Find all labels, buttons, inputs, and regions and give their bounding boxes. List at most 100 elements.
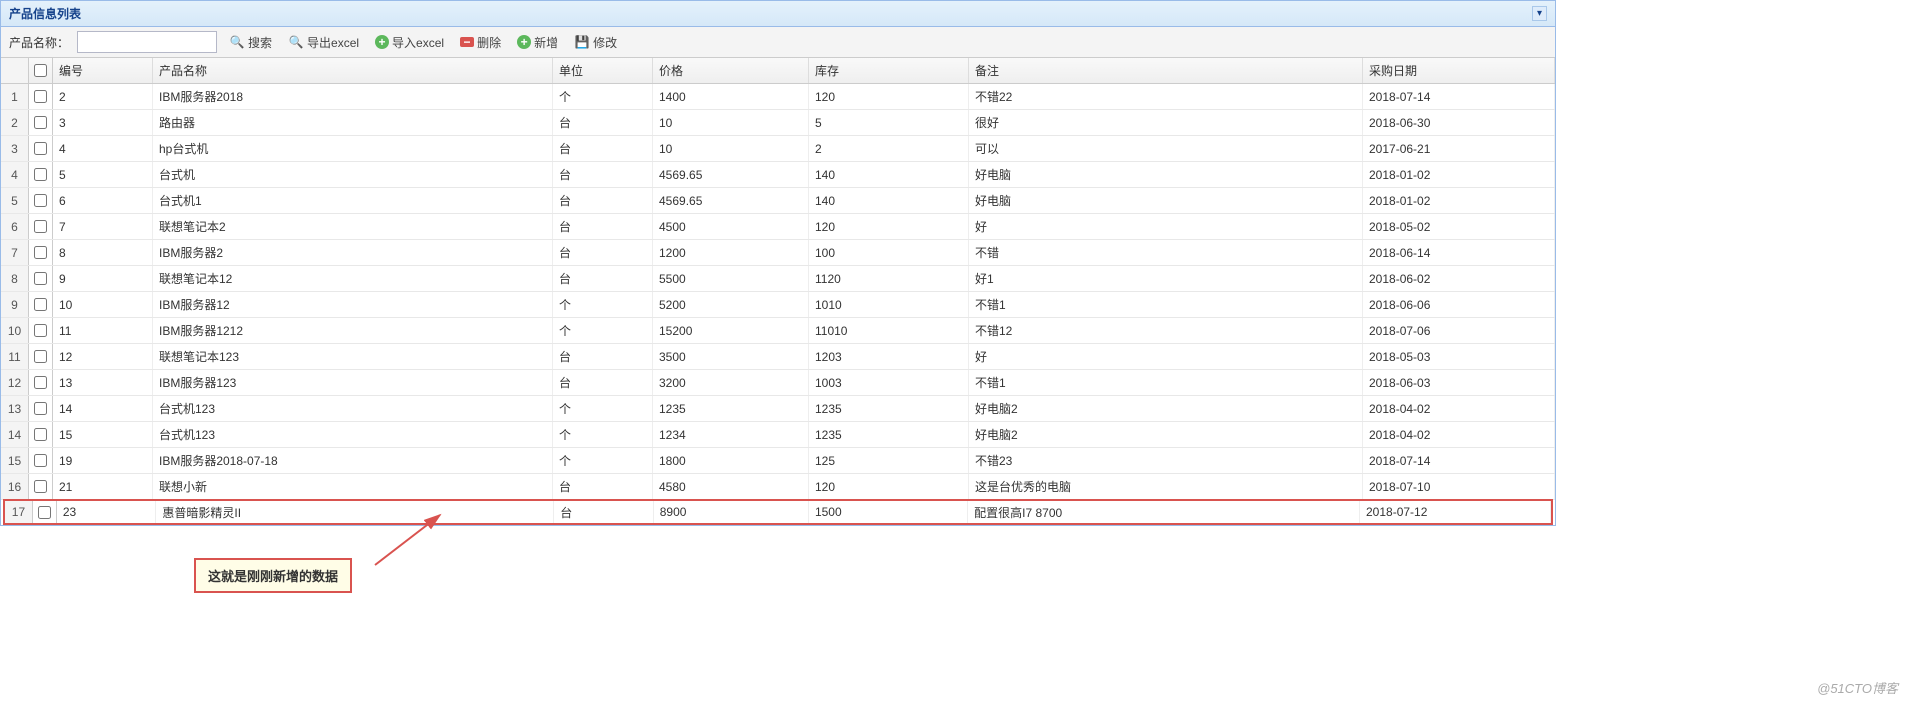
table-row[interactable]: 89联想笔记本12台55001120好12018-06-02: [1, 266, 1555, 292]
row-checkbox[interactable]: [34, 220, 47, 233]
cell-rownum: 4: [1, 162, 29, 187]
cell-date: 2018-06-03: [1363, 370, 1555, 395]
row-checkbox[interactable]: [34, 90, 47, 103]
add-button[interactable]: + 新增: [513, 32, 562, 53]
cell-price: 8900: [654, 501, 809, 523]
search-button[interactable]: 🔍 搜索: [225, 32, 276, 53]
row-checkbox[interactable]: [34, 376, 47, 389]
cell-check[interactable]: [29, 396, 53, 421]
cell-unit: 个: [553, 396, 653, 421]
cell-stock: 120: [809, 214, 969, 239]
row-checkbox[interactable]: [34, 324, 47, 337]
cell-check[interactable]: [29, 110, 53, 135]
add-label: 新增: [534, 34, 558, 51]
cell-unit: 台: [553, 136, 653, 161]
cell-check[interactable]: [29, 136, 53, 161]
table-row[interactable]: 1314台式机123个12351235好电脑22018-04-02: [1, 396, 1555, 422]
cell-check[interactable]: [29, 448, 53, 473]
row-checkbox[interactable]: [34, 298, 47, 311]
product-name-input[interactable]: [77, 31, 217, 53]
cell-check[interactable]: [29, 344, 53, 369]
cell-check[interactable]: [29, 266, 53, 291]
cell-check[interactable]: [29, 84, 53, 109]
cell-unit: 台: [553, 240, 653, 265]
select-all-checkbox[interactable]: [34, 64, 47, 77]
table-row[interactable]: 78IBM服务器2台1200100不错2018-06-14: [1, 240, 1555, 266]
table-row[interactable]: 1723惠普暗影精灵II台89001500配置很高I7 87002018-07-…: [3, 499, 1553, 525]
product-panel: 产品信息列表 ▾ 产品名称： 🔍 搜索 🔍 导出excel + 导入excel …: [0, 0, 1556, 526]
cell-check[interactable]: [29, 318, 53, 343]
header-unit[interactable]: 单位: [553, 58, 653, 83]
header-price[interactable]: 价格: [653, 58, 809, 83]
cell-remark: 不错: [969, 240, 1363, 265]
table-row[interactable]: 34hp台式机台102可以2017-06-21: [1, 136, 1555, 162]
header-id[interactable]: 编号: [53, 58, 153, 83]
edit-button[interactable]: 💾 修改: [570, 32, 621, 53]
table-row[interactable]: 12IBM服务器2018个1400120不错222018-07-14: [1, 84, 1555, 110]
cell-remark: 好电脑2: [969, 396, 1363, 421]
edit-icon: 💾: [574, 34, 590, 50]
cell-check[interactable]: [29, 292, 53, 317]
import-excel-button[interactable]: + 导入excel: [371, 32, 448, 53]
annotation-callout: 这就是刚刚新增的数据: [194, 558, 352, 593]
table-row[interactable]: 1213IBM服务器123台32001003不错12018-06-03: [1, 370, 1555, 396]
row-checkbox[interactable]: [34, 402, 47, 415]
table-row[interactable]: 1112联想笔记本123台35001203好2018-05-03: [1, 344, 1555, 370]
cell-remark: 不错12: [969, 318, 1363, 343]
table-row[interactable]: 1011IBM服务器1212个1520011010不错122018-07-06: [1, 318, 1555, 344]
cell-check[interactable]: [29, 422, 53, 447]
row-checkbox[interactable]: [34, 272, 47, 285]
header-date[interactable]: 采购日期: [1363, 58, 1555, 83]
table-row[interactable]: 45台式机台4569.65140好电脑2018-01-02: [1, 162, 1555, 188]
table-row[interactable]: 1415台式机123个12341235好电脑22018-04-02: [1, 422, 1555, 448]
collapse-icon[interactable]: ▾: [1532, 6, 1547, 21]
header-rownum: [1, 58, 29, 83]
cell-check[interactable]: [33, 501, 57, 523]
row-checkbox[interactable]: [34, 454, 47, 467]
cell-name: IBM服务器12: [153, 292, 553, 317]
delete-button[interactable]: − 删除: [456, 32, 505, 53]
row-checkbox[interactable]: [34, 350, 47, 363]
cell-price: 3500: [653, 344, 809, 369]
annotation-arrow: [370, 510, 450, 570]
row-checkbox[interactable]: [34, 246, 47, 259]
header-stock[interactable]: 库存: [809, 58, 969, 83]
cell-name: IBM服务器2018: [153, 84, 553, 109]
cell-id: 6: [53, 188, 153, 213]
cell-date: 2018-07-10: [1363, 474, 1555, 499]
row-checkbox[interactable]: [34, 142, 47, 155]
row-checkbox[interactable]: [34, 168, 47, 181]
header-remark[interactable]: 备注: [969, 58, 1363, 83]
row-checkbox[interactable]: [34, 428, 47, 441]
table-row[interactable]: 56台式机1台4569.65140好电脑2018-01-02: [1, 188, 1555, 214]
cell-check[interactable]: [29, 370, 53, 395]
import-label: 导入excel: [392, 34, 444, 51]
row-checkbox[interactable]: [34, 194, 47, 207]
table-row[interactable]: 1519IBM服务器2018-07-18个1800125不错232018-07-…: [1, 448, 1555, 474]
cell-stock: 2: [809, 136, 969, 161]
watermark: @51CTO博客: [1817, 678, 1898, 697]
table-row[interactable]: 910IBM服务器12个52001010不错12018-06-06: [1, 292, 1555, 318]
cell-stock: 1010: [809, 292, 969, 317]
cell-check[interactable]: [29, 474, 53, 499]
row-checkbox[interactable]: [34, 480, 47, 493]
header-name[interactable]: 产品名称: [153, 58, 553, 83]
cell-unit: 台: [553, 266, 653, 291]
header-checkbox[interactable]: [29, 58, 53, 83]
cell-check[interactable]: [29, 214, 53, 239]
cell-name: 联想笔记本2: [153, 214, 553, 239]
cell-check[interactable]: [29, 188, 53, 213]
row-checkbox[interactable]: [34, 116, 47, 129]
cell-check[interactable]: [29, 240, 53, 265]
cell-id: 5: [53, 162, 153, 187]
cell-price: 10: [653, 136, 809, 161]
table-row[interactable]: 67联想笔记本2台4500120好2018-05-02: [1, 214, 1555, 240]
export-excel-button[interactable]: 🔍 导出excel: [284, 32, 363, 53]
table-row[interactable]: 23路由器台105很好2018-06-30: [1, 110, 1555, 136]
row-checkbox[interactable]: [38, 506, 51, 519]
toolbar: 产品名称： 🔍 搜索 🔍 导出excel + 导入excel − 删除 + 新增…: [1, 27, 1555, 58]
cell-name: 台式机123: [153, 422, 553, 447]
table-row[interactable]: 1621联想小新台4580120这是台优秀的电脑2018-07-10: [1, 474, 1555, 500]
cell-check[interactable]: [29, 162, 53, 187]
cell-date: 2018-01-02: [1363, 162, 1555, 187]
